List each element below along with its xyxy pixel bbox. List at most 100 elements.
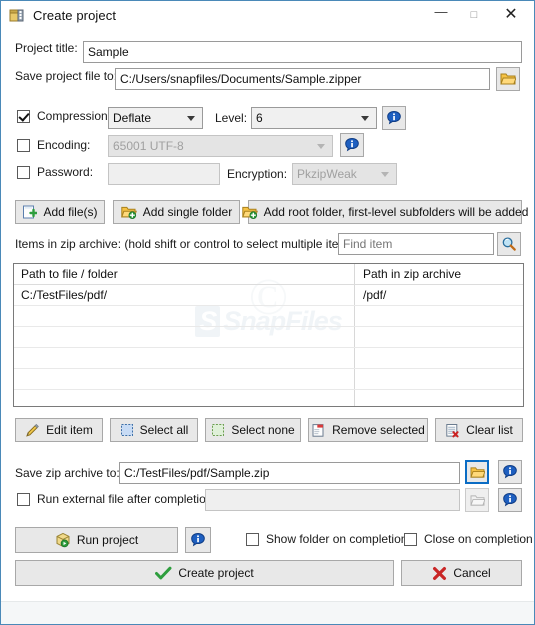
folder-add-icon bbox=[241, 205, 258, 220]
run-external-label: Run external file after completion: bbox=[37, 492, 216, 506]
encoding-row: Encoding: bbox=[17, 138, 90, 152]
compression-label: Compression: bbox=[37, 109, 112, 123]
add-single-folder-button[interactable]: Add single folder bbox=[113, 200, 240, 224]
run-external-info-button[interactable] bbox=[498, 488, 522, 512]
compression-checkbox[interactable] bbox=[17, 109, 30, 123]
find-item-input[interactable] bbox=[338, 233, 494, 255]
close-on-completion-checkbox[interactable] bbox=[404, 532, 417, 546]
level-select[interactable]: 6 bbox=[251, 107, 377, 129]
encryption-select[interactable]: PkzipWeak bbox=[292, 163, 397, 185]
remove-selected-button[interactable]: Remove selected bbox=[308, 418, 428, 442]
cancel-label: Cancel bbox=[453, 566, 491, 580]
edit-item-button[interactable]: Edit item bbox=[15, 418, 103, 442]
table-row[interactable] bbox=[14, 348, 523, 369]
encoding-select[interactable]: 65001 UTF-8 bbox=[108, 135, 333, 157]
maximize-button[interactable]: □ bbox=[459, 1, 489, 29]
project-title-label: Project title: bbox=[15, 41, 78, 55]
cancel-button[interactable]: Cancel bbox=[401, 560, 522, 586]
project-file-row: Save project file to: bbox=[15, 69, 117, 83]
save-zip-browse-button[interactable] bbox=[465, 460, 489, 484]
window-title: Create project bbox=[33, 8, 117, 23]
items-table[interactable]: © S SnapFiles Path to file / folder Path … bbox=[13, 263, 524, 407]
table-cell-zip-path: /pdf/ bbox=[363, 288, 387, 302]
project-title-input[interactable] bbox=[83, 41, 522, 63]
compression-value: Deflate bbox=[113, 111, 152, 125]
clear-list-button[interactable]: Clear list bbox=[435, 418, 523, 442]
password-row: Password: bbox=[17, 165, 93, 179]
edit-item-label: Edit item bbox=[46, 423, 93, 437]
clear-list-icon bbox=[445, 423, 460, 438]
encryption-label: Encryption: bbox=[227, 167, 288, 181]
add-root-folder-button[interactable]: Add root folder, first-level subfolders … bbox=[241, 200, 528, 224]
run-project-info-button[interactable] bbox=[185, 527, 211, 553]
pencil-icon bbox=[25, 423, 40, 438]
info-bubble-icon bbox=[190, 532, 206, 548]
save-zip-label: Save zip archive to: bbox=[15, 466, 120, 480]
file-add-icon bbox=[22, 205, 39, 220]
create-project-label: Create project bbox=[178, 566, 254, 580]
run-external-row: Run external file after completion: bbox=[17, 492, 216, 506]
red-x-icon bbox=[432, 566, 447, 581]
add-files-button[interactable]: Add file(s) bbox=[15, 200, 105, 224]
clear-list-label: Clear list bbox=[466, 423, 513, 437]
select-none-button[interactable]: Select none bbox=[205, 418, 301, 442]
show-folder-label: Show folder on completion bbox=[266, 532, 408, 546]
table-row[interactable]: C:/TestFiles/pdf/ /pdf/ bbox=[14, 285, 523, 306]
project-title-row: Project title: bbox=[15, 41, 81, 55]
password-checkbox[interactable] bbox=[17, 165, 30, 179]
table-row[interactable] bbox=[14, 390, 523, 406]
add-single-folder-label: Add single folder bbox=[142, 205, 233, 219]
compression-info-button[interactable] bbox=[382, 106, 406, 130]
chevron-down-icon bbox=[381, 171, 389, 177]
table-cell-path: C:/TestFiles/pdf/ bbox=[21, 288, 108, 302]
maximize-icon: □ bbox=[470, 8, 478, 21]
show-folder-row[interactable]: Show folder on completion bbox=[246, 532, 407, 546]
close-on-completion-row[interactable]: Close on completion bbox=[404, 532, 533, 546]
save-zip-input[interactable] bbox=[119, 462, 460, 484]
chevron-down-icon bbox=[361, 115, 369, 121]
folder-open-icon bbox=[500, 72, 517, 86]
info-bubble-icon bbox=[502, 492, 518, 508]
folder-open-icon bbox=[469, 494, 486, 507]
level-label: Level: bbox=[215, 111, 248, 125]
password-input[interactable] bbox=[108, 163, 220, 185]
table-header-path: Path to file / folder bbox=[21, 267, 118, 281]
table-row[interactable] bbox=[14, 306, 523, 327]
info-bubble-icon bbox=[502, 464, 518, 480]
select-all-label: Select all bbox=[139, 423, 189, 437]
create-project-button[interactable]: Create project bbox=[15, 560, 394, 586]
table-row[interactable] bbox=[14, 327, 523, 348]
find-item-button[interactable] bbox=[497, 232, 521, 256]
remove-selected-label: Remove selected bbox=[332, 423, 425, 437]
close-button[interactable]: ✕ bbox=[496, 1, 526, 29]
run-external-input[interactable] bbox=[205, 489, 460, 511]
select-none-label: Select none bbox=[231, 423, 295, 437]
project-file-browse-button[interactable] bbox=[496, 67, 520, 91]
select-all-icon bbox=[120, 423, 134, 437]
encoding-info-button[interactable] bbox=[340, 133, 364, 157]
compression-row: Compression: bbox=[17, 109, 111, 123]
select-all-button[interactable]: Select all bbox=[110, 418, 198, 442]
table-row[interactable] bbox=[14, 369, 523, 390]
encryption-value: PkzipWeak bbox=[297, 167, 357, 181]
chevron-down-icon bbox=[187, 115, 195, 121]
archive-icon bbox=[9, 8, 25, 24]
compression-select[interactable]: Deflate bbox=[108, 107, 203, 129]
folder-add-icon bbox=[120, 205, 137, 220]
project-file-label: Save project file to: bbox=[15, 69, 118, 83]
run-external-browse-button[interactable] bbox=[465, 488, 489, 512]
encoding-checkbox[interactable] bbox=[17, 138, 30, 152]
show-folder-checkbox[interactable] bbox=[246, 532, 259, 546]
close-on-completion-label: Close on completion bbox=[424, 532, 533, 546]
minimize-icon: — bbox=[434, 3, 448, 19]
minimize-button[interactable]: — bbox=[426, 1, 456, 29]
title-bar: Create project — □ ✕ bbox=[1, 1, 534, 30]
save-zip-info-button[interactable] bbox=[498, 460, 522, 484]
package-run-icon bbox=[55, 532, 71, 548]
remove-item-icon bbox=[311, 423, 326, 438]
project-file-input[interactable] bbox=[115, 68, 490, 90]
run-external-checkbox[interactable] bbox=[17, 492, 30, 506]
add-root-folder-label: Add root folder, first-level subfolders … bbox=[263, 205, 529, 219]
chevron-down-icon bbox=[317, 143, 325, 149]
run-project-button[interactable]: Run project bbox=[15, 527, 178, 553]
